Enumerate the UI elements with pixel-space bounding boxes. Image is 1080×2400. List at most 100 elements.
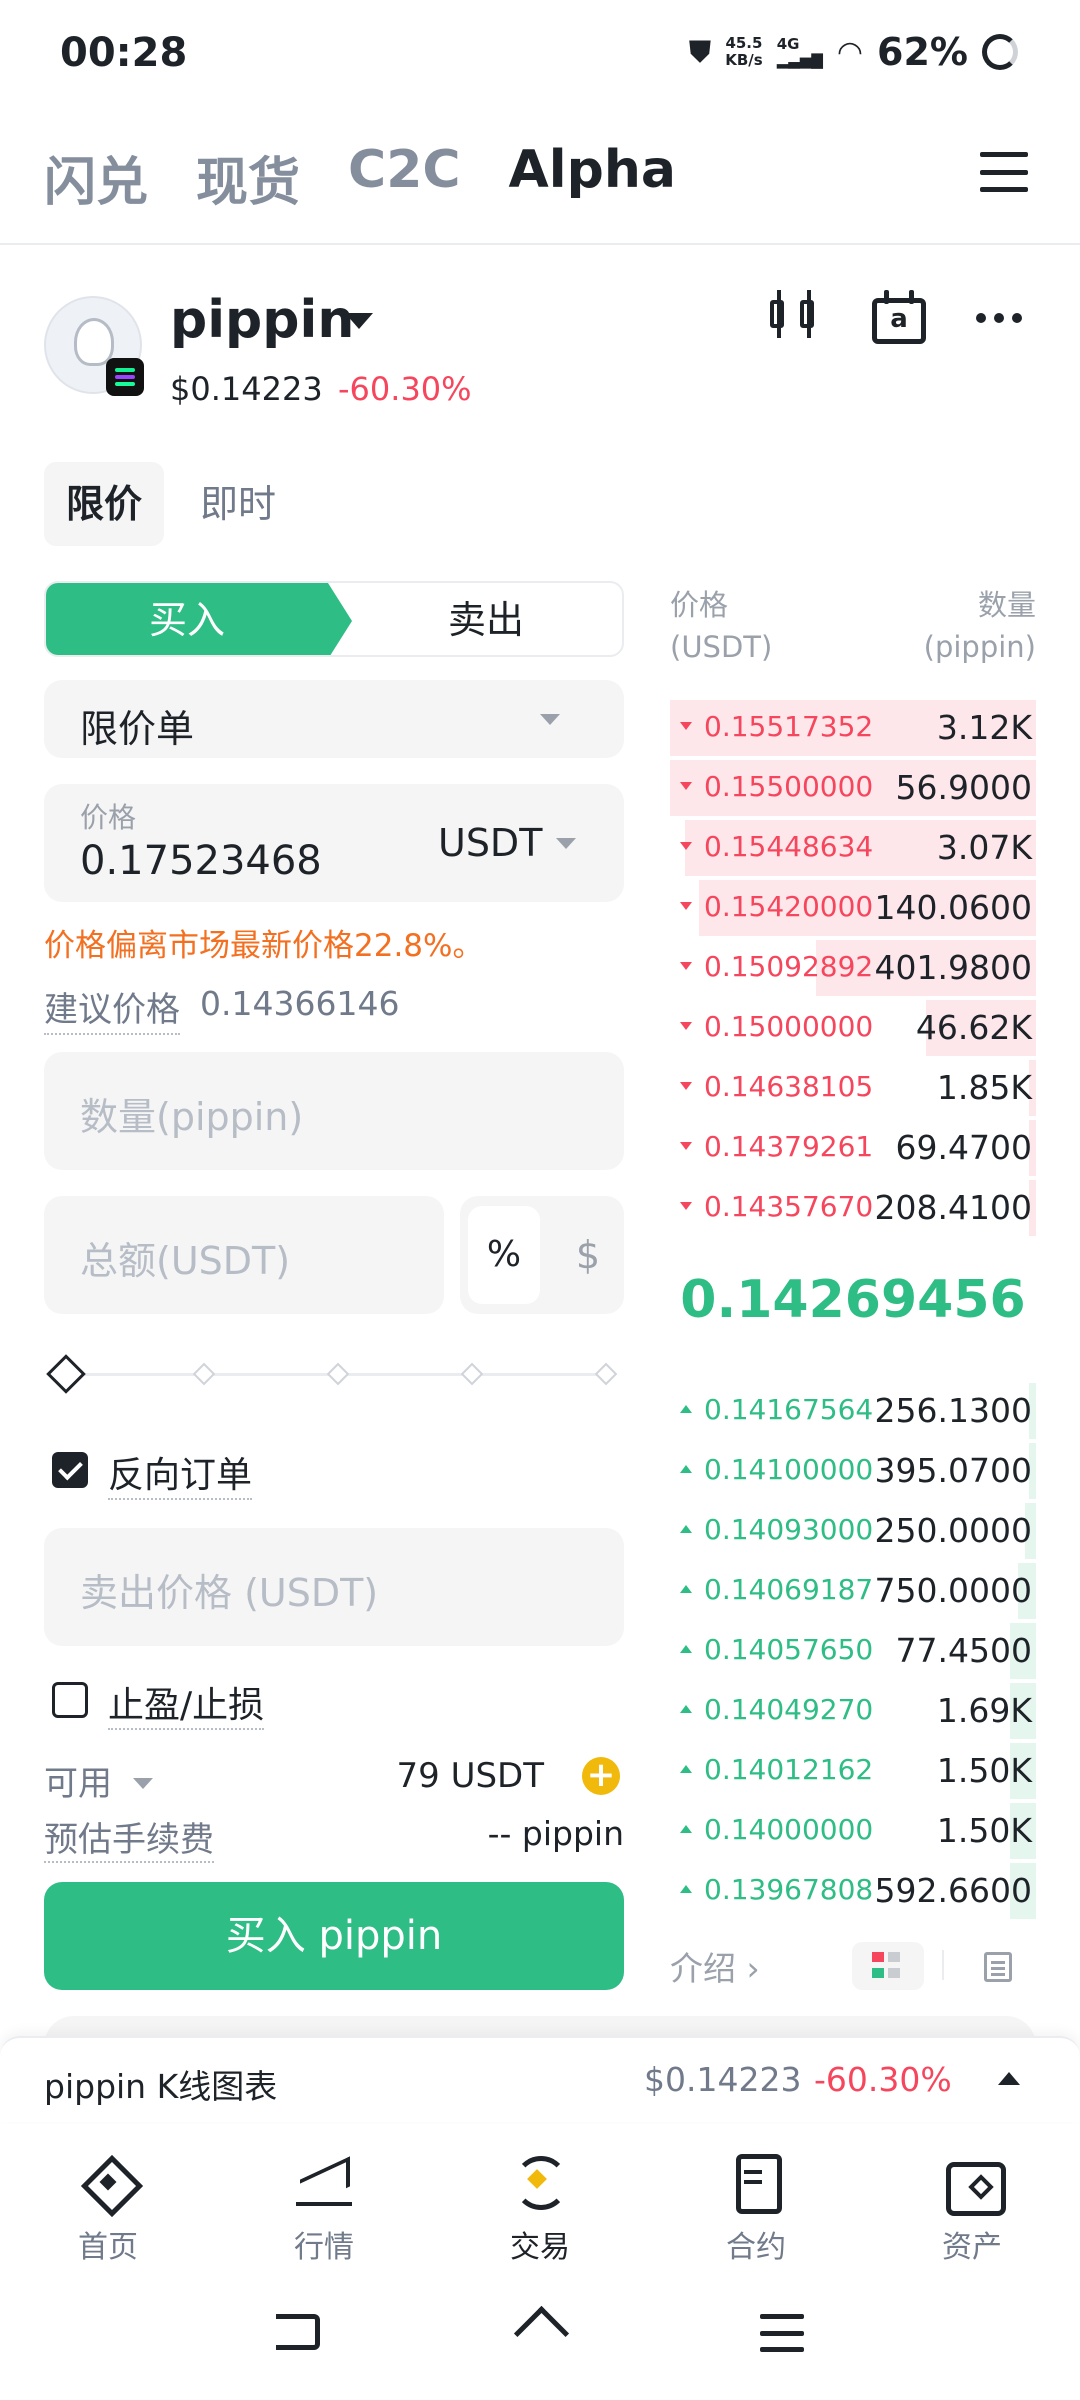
price-input[interactable]: 价格 0.17523468 USDT (44, 784, 624, 902)
sell-price-input[interactable]: 卖出价格 (USDT) (44, 1528, 624, 1646)
token-name[interactable]: pippin (170, 290, 354, 350)
bid-row[interactable]: 0.14049270 1.69K (670, 1683, 1036, 1743)
bid-row[interactable]: 0.14167564 256.1300 (670, 1383, 1036, 1443)
slider-step-100[interactable] (594, 1362, 618, 1386)
tab-limit[interactable]: 限价 (44, 462, 165, 546)
bid-quantity: 256.1300 (874, 1391, 1032, 1430)
amount-slider[interactable] (46, 1354, 618, 1394)
tab-alpha[interactable]: Alpha (509, 140, 676, 215)
token-avatar (44, 296, 144, 396)
quantity-input[interactable]: 数量(pippin) (44, 1052, 624, 1170)
home-icon (78, 2152, 138, 2212)
kline-chart-title: pippin K线图表 (44, 2067, 278, 2106)
ask-row[interactable]: 0.15420000 140.0600 (670, 880, 1036, 940)
ask-row[interactable]: 0.14379261 69.4700 (670, 1120, 1036, 1180)
ask-quantity: 401.9800 (874, 948, 1032, 987)
sell-tab[interactable]: 卖出 (346, 583, 622, 655)
add-funds-icon[interactable]: + (582, 1757, 620, 1795)
sell-price-placeholder: 卖出价格 (USDT) (80, 1571, 379, 1615)
order-type-select[interactable]: 限价单 (44, 680, 624, 758)
reverse-order-label[interactable]: 反向订单 (108, 1446, 253, 1500)
recents-icon[interactable] (760, 2314, 804, 2352)
orderbook-qty-title: 数量 (977, 588, 1036, 622)
candlestick-chart-icon[interactable] (768, 290, 824, 346)
wallet-icon (942, 2152, 1006, 2216)
dollar-toggle[interactable]: $ (560, 1196, 616, 1314)
home-button-icon[interactable] (516, 2310, 564, 2354)
back-icon[interactable] (276, 2314, 320, 2350)
orderbook-qty-header: 数量 (pippin) (924, 584, 1036, 668)
bid-row[interactable]: 0.14093000 250.0000 (670, 1503, 1036, 1563)
slider-handle[interactable] (46, 1354, 86, 1394)
bid-quantity: 1.50K (936, 1751, 1032, 1790)
down-triangle-icon (680, 782, 692, 790)
orderbook-list-view-icon[interactable] (984, 1952, 1012, 1982)
suggested-price-label[interactable]: 建议价格 (44, 982, 180, 1035)
tab-c2c[interactable]: C2C (348, 140, 461, 215)
bid-row[interactable]: 0.14057650 77.4500 (670, 1623, 1036, 1683)
view-grey-block (888, 1968, 900, 1978)
ask-row[interactable]: 0.14357670 208.4100 (670, 1180, 1036, 1240)
price-deviation-warning: 价格偏离市场最新价格22.8%。 (44, 928, 484, 964)
tab-swap[interactable]: 闪兑 (44, 140, 148, 215)
buy-submit-button[interactable]: 买入 pippin (44, 1882, 624, 1990)
divider (942, 1950, 944, 1980)
down-triangle-icon (680, 1082, 692, 1090)
slider-step-25[interactable] (192, 1362, 216, 1386)
fee-label[interactable]: 预估手续费 (44, 1812, 214, 1863)
available-label[interactable]: 可用 (44, 1756, 153, 1805)
bid-quantity: 750.0000 (874, 1571, 1032, 1610)
price-unit-select[interactable]: USDT (438, 821, 542, 865)
price-value[interactable]: 0.17523468 (80, 838, 322, 884)
percent-toggle[interactable]: % (468, 1206, 540, 1304)
nav-trade[interactable]: 交易 (460, 2152, 620, 2266)
nav-home[interactable]: 首页 (28, 2152, 188, 2266)
tab-spot[interactable]: 现货 (196, 140, 300, 215)
tp-sl-label[interactable]: 止盈/止损 (108, 1676, 265, 1730)
system-nav-bar (0, 2284, 1080, 2400)
battery-icon (982, 34, 1018, 70)
bid-price: 0.14049270 (704, 1693, 874, 1726)
ask-row[interactable]: 0.15092892 401.9800 (670, 940, 1036, 1000)
tab-instant[interactable]: 即时 (178, 462, 298, 546)
ask-row[interactable]: 0.15000000 46.62K (670, 1000, 1036, 1060)
ask-quantity: 56.9000 (895, 768, 1032, 807)
bid-price: 0.14012162 (704, 1753, 874, 1786)
suggested-price-value[interactable]: 0.14366146 (200, 984, 399, 1023)
calendar-icon[interactable]: a (872, 290, 928, 346)
bid-row[interactable]: 0.14100000 395.0700 (670, 1443, 1036, 1503)
kline-chart-bar[interactable]: pippin K线图表 $0.14223 -60.30% (0, 2036, 1080, 2122)
bid-row[interactable]: 0.14069187 750.0000 (670, 1563, 1036, 1623)
slider-step-50[interactable] (326, 1362, 350, 1386)
nav-assets[interactable]: 资产 (892, 2152, 1052, 2266)
ask-row[interactable]: 0.15517352 3.12K (670, 700, 1036, 760)
up-triangle-icon (680, 1405, 692, 1413)
chevron-down-icon (540, 714, 560, 725)
bid-row[interactable]: 0.13967808 592.6600 (670, 1863, 1036, 1923)
total-input[interactable]: 总额(USDT) (44, 1196, 444, 1314)
bid-price: 0.14057650 (704, 1633, 874, 1666)
nav-futures[interactable]: 合约 (676, 2152, 836, 2266)
bid-row[interactable]: 0.14000000 1.50K (670, 1803, 1036, 1863)
order-mode-tabs: 限价 即时 (44, 462, 298, 546)
bid-price: 0.14069187 (704, 1573, 874, 1606)
more-options-icon[interactable] (976, 290, 1032, 346)
expand-up-icon[interactable] (998, 2072, 1020, 2085)
ask-row[interactable]: 0.14638105 1.85K (670, 1060, 1036, 1120)
status-time: 00:28 (60, 30, 188, 76)
buy-tab[interactable]: 买入 (46, 583, 352, 655)
ask-row[interactable]: 0.15500000 56.9000 (670, 760, 1036, 820)
token-dropdown-icon[interactable] (345, 313, 373, 329)
bid-row[interactable]: 0.14012162 1.50K (670, 1743, 1036, 1803)
ask-row[interactable]: 0.15448634 3.07K (670, 820, 1036, 880)
slider-step-75[interactable] (460, 1362, 484, 1386)
last-price[interactable]: 0.14269456 (670, 1270, 1036, 1330)
unit-toggle: % $ (460, 1196, 624, 1314)
menu-icon[interactable] (980, 152, 1028, 192)
intro-link[interactable]: 介绍 › (670, 1942, 760, 1990)
reverse-order-checkbox[interactable] (52, 1452, 88, 1488)
orderbook-both-view-icon[interactable] (852, 1942, 924, 1990)
nav-market[interactable]: 行情 (244, 2152, 404, 2266)
tp-sl-checkbox[interactable] (52, 1682, 88, 1718)
up-triangle-icon (680, 1825, 692, 1833)
